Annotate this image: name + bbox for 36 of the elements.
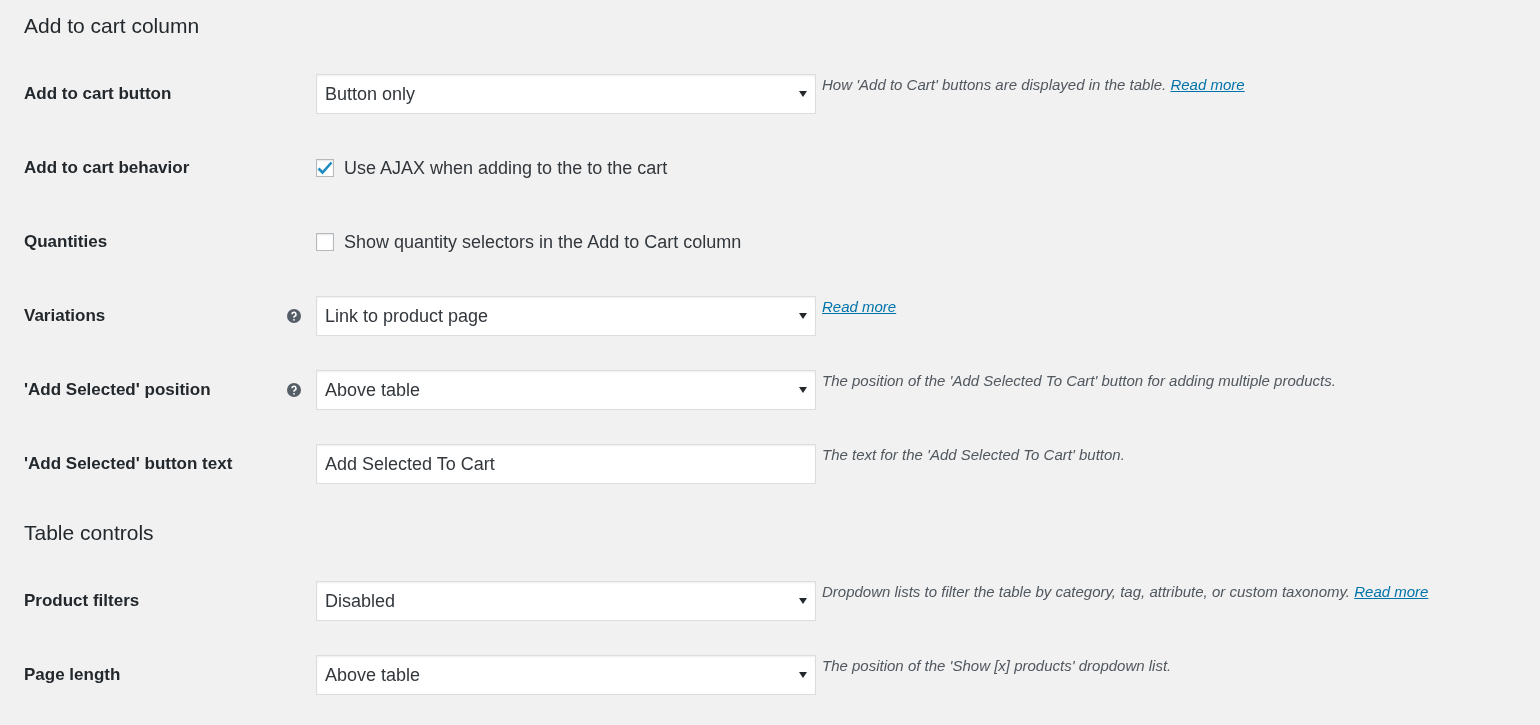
checkbox[interactable] [316, 233, 334, 251]
dropdown-select[interactable]: Button only [316, 74, 816, 114]
dropdown-select[interactable]: Above table [316, 655, 816, 695]
setting-label: Page length [24, 665, 122, 685]
dropdown-select[interactable]: Above table [316, 370, 816, 410]
setting-label: Add to cart behavior [24, 158, 191, 178]
setting-label: Variations [24, 306, 107, 326]
section-heading: Add to cart column [24, 13, 201, 39]
setting-label: 'Add Selected' position [24, 380, 212, 400]
field-description: The position of the 'Show [x] products' dropdown list. [821, 657, 1173, 674]
checkbox[interactable] [316, 159, 334, 177]
caret-icon [799, 387, 807, 393]
caret-icon [799, 672, 807, 678]
caret-icon [799, 91, 807, 97]
field-description: The position of the 'Add Selected To Cart' button for adding multiple products. [821, 372, 1337, 389]
dropdown-select[interactable]: Link to product page [316, 296, 816, 336]
text-input[interactable]: Add Selected To Cart [316, 444, 816, 484]
field-description: How 'Add to Cart' buttons are displayed in the table. Read more [821, 76, 1246, 93]
setting-label: Quantities [24, 232, 109, 252]
help-icon[interactable] [287, 383, 301, 397]
setting-label: 'Add Selected' button text [24, 454, 234, 474]
field-description: The text for the 'Add Selected To Cart' button. [821, 446, 1126, 463]
field-description: Dropdown lists to filter the table by category, tag, attribute, or custom taxonomy. Read more [821, 583, 1430, 600]
checkbox-label: Use AJAX when adding to the to the cart [344, 157, 668, 179]
read-more-link[interactable]: Read more [822, 298, 897, 315]
checkmark-icon [317, 161, 333, 175]
checkbox-label: Show quantity selectors in the Add to Cart column [344, 231, 742, 253]
caret-icon [799, 598, 807, 604]
section-heading: Table controls [24, 520, 155, 546]
caret-icon [799, 313, 807, 319]
setting-label: Add to cart button [24, 84, 173, 104]
read-more-link[interactable]: Read more [1354, 583, 1429, 600]
dropdown-select[interactable]: Disabled [316, 581, 816, 621]
setting-label: Product filters [24, 591, 141, 611]
help-icon[interactable] [287, 309, 301, 323]
read-more-link[interactable]: Read more [1170, 76, 1245, 93]
